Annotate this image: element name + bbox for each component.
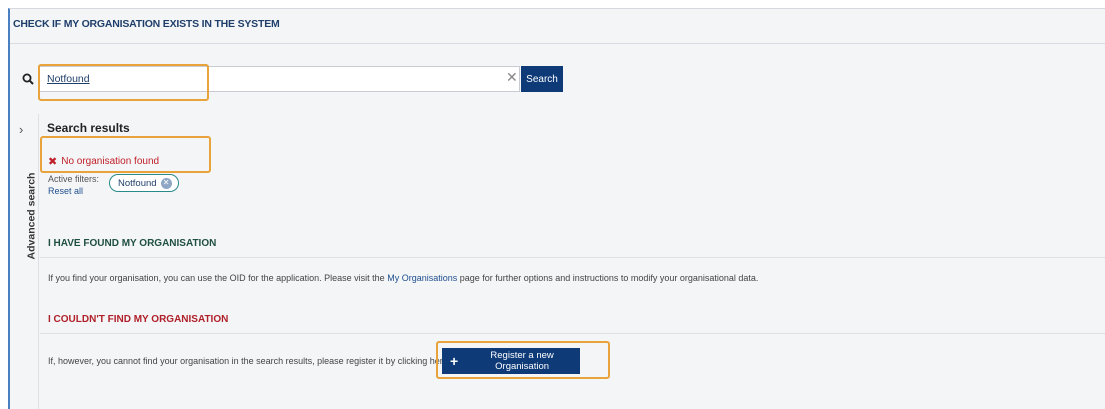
divider [40, 333, 1105, 334]
reset-all-link[interactable]: Reset all [48, 186, 83, 196]
remove-filter-icon[interactable]: ✕ [160, 177, 172, 189]
advanced-search-toggle[interactable]: Advanced search [25, 173, 37, 260]
not-found-organisation-heading: I COULDN'T FIND MY ORGANISATION [48, 314, 229, 325]
advanced-search-divider [38, 114, 39, 409]
found-text-part: If you find your organisation, you can u… [48, 273, 388, 283]
divider [40, 257, 1105, 258]
filter-chip-label: Notfound [118, 177, 157, 189]
clear-search-icon[interactable]: ✕ [506, 70, 518, 84]
active-filters-label: Active filters: [48, 174, 100, 184]
active-filter-chip: Notfound ✕ [109, 174, 179, 192]
highlight-box-search [38, 64, 209, 101]
not-found-organisation-text: If, however, you cannot find your organi… [48, 356, 448, 366]
found-organisation-text: If you find your organisation, you can u… [48, 273, 758, 283]
section-title: CHECK IF MY ORGANISATION EXISTS IN THE S… [13, 18, 280, 30]
highlight-box-register [436, 341, 610, 379]
search-results-title: Search results [47, 121, 130, 135]
search-icon [22, 72, 34, 85]
found-organisation-heading: I HAVE FOUND MY ORGANISATION [48, 238, 217, 249]
chevron-right-icon[interactable]: › [19, 122, 23, 137]
search-button[interactable]: Search [521, 66, 563, 92]
my-organisations-link[interactable]: My Organisations [387, 273, 457, 283]
found-text-part: page for further options and instruction… [457, 273, 759, 283]
divider [10, 43, 1105, 44]
highlight-box-no-results [40, 136, 211, 173]
